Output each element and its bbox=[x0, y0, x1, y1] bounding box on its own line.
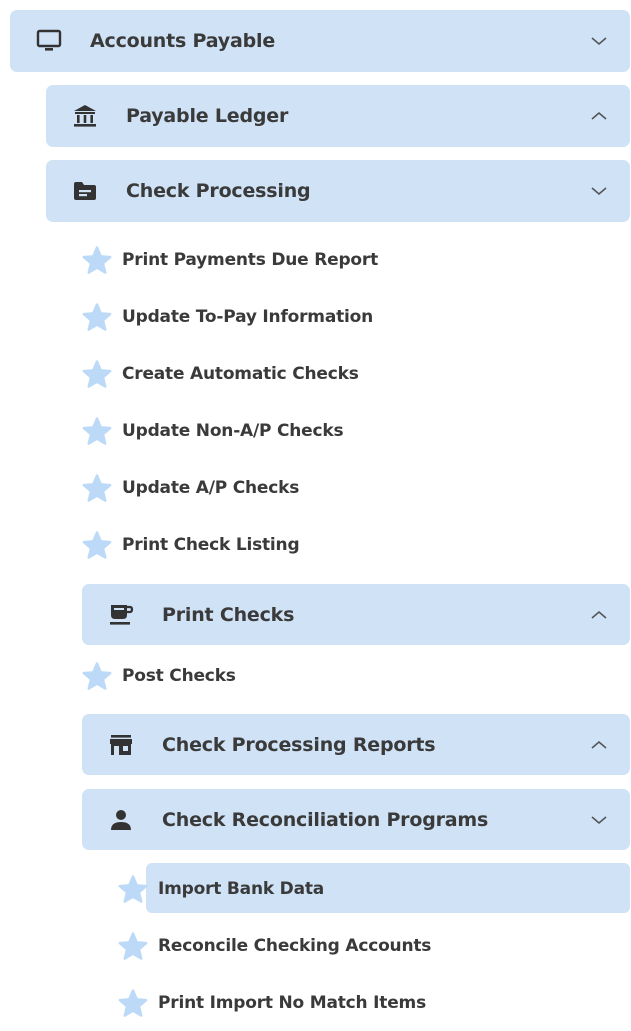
menu-item-import-bank-data[interactable]: Import Bank Data bbox=[118, 869, 324, 909]
menu-item-label: Update To-Pay Information bbox=[122, 307, 374, 327]
star-icon bbox=[82, 474, 112, 502]
person-icon bbox=[108, 807, 134, 833]
menu-group-label: Check Reconciliation Programs bbox=[162, 808, 489, 831]
menu-item-label: Print Payments Due Report bbox=[122, 250, 379, 270]
menu-group-accounts-payable[interactable]: Accounts Payable bbox=[10, 10, 630, 72]
menu-item-print-check-listing[interactable]: Print Check Listing bbox=[82, 525, 300, 565]
folder-icon bbox=[72, 178, 98, 204]
menu-item-label: Import Bank Data bbox=[158, 879, 325, 899]
chevron-down-icon bbox=[591, 815, 607, 824]
coffee-cup-icon bbox=[108, 602, 134, 628]
star-icon bbox=[82, 303, 112, 331]
star-icon bbox=[82, 662, 112, 690]
menu-item-label: Print Check Listing bbox=[122, 535, 300, 555]
star-icon bbox=[118, 989, 148, 1017]
menu-item-label: Update A/P Checks bbox=[122, 478, 300, 498]
menu-item-label: Update Non-A/P Checks bbox=[122, 421, 344, 441]
menu-item-create-automatic-checks[interactable]: Create Automatic Checks bbox=[82, 354, 359, 394]
menu-group-check-reconciliation-programs[interactable]: Check Reconciliation Programs bbox=[82, 789, 630, 850]
star-icon bbox=[82, 417, 112, 445]
menu-group-label: Accounts Payable bbox=[90, 30, 276, 52]
menu-item-update-non-ap-checks[interactable]: Update Non-A/P Checks bbox=[82, 411, 344, 451]
menu-item-label: Print Import No Match Items bbox=[158, 993, 426, 1013]
chevron-up-icon bbox=[591, 610, 607, 619]
monitor-icon bbox=[36, 28, 62, 54]
menu-group-label: Payable Ledger bbox=[126, 105, 289, 127]
menu-group-payable-ledger[interactable]: Payable Ledger bbox=[46, 85, 630, 147]
menu-item-post-checks[interactable]: Post Checks bbox=[82, 656, 236, 696]
menu-group-label: Check Processing Reports bbox=[162, 733, 436, 756]
star-icon bbox=[82, 360, 112, 388]
menu-item-print-import-no-match-items[interactable]: Print Import No Match Items bbox=[118, 983, 426, 1023]
bank-icon bbox=[72, 103, 98, 129]
menu-item-label: Create Automatic Checks bbox=[122, 364, 359, 384]
store-icon bbox=[108, 732, 134, 758]
menu-group-print-checks[interactable]: Print Checks bbox=[82, 584, 630, 645]
star-icon bbox=[82, 531, 112, 559]
menu-group-label: Check Processing bbox=[126, 180, 311, 202]
chevron-down-icon bbox=[591, 187, 607, 196]
menu-group-check-processing[interactable]: Check Processing bbox=[46, 160, 630, 222]
menu-item-update-ap-checks[interactable]: Update A/P Checks bbox=[82, 468, 299, 508]
menu-item-reconcile-checking-accounts[interactable]: Reconcile Checking Accounts bbox=[118, 926, 431, 966]
menu-group-label: Print Checks bbox=[162, 603, 295, 626]
chevron-down-icon bbox=[591, 37, 607, 46]
chevron-up-icon bbox=[591, 740, 607, 749]
menu-item-print-payments-due-report[interactable]: Print Payments Due Report bbox=[82, 240, 378, 280]
chevron-up-icon bbox=[591, 111, 607, 120]
star-icon bbox=[118, 932, 148, 960]
menu-item-label: Reconcile Checking Accounts bbox=[158, 936, 432, 956]
star-icon bbox=[82, 246, 112, 274]
star-icon bbox=[118, 875, 148, 903]
menu-item-label: Post Checks bbox=[122, 666, 236, 686]
menu-item-update-to-pay-information[interactable]: Update To-Pay Information bbox=[82, 297, 373, 337]
menu-group-check-processing-reports[interactable]: Check Processing Reports bbox=[82, 714, 630, 775]
